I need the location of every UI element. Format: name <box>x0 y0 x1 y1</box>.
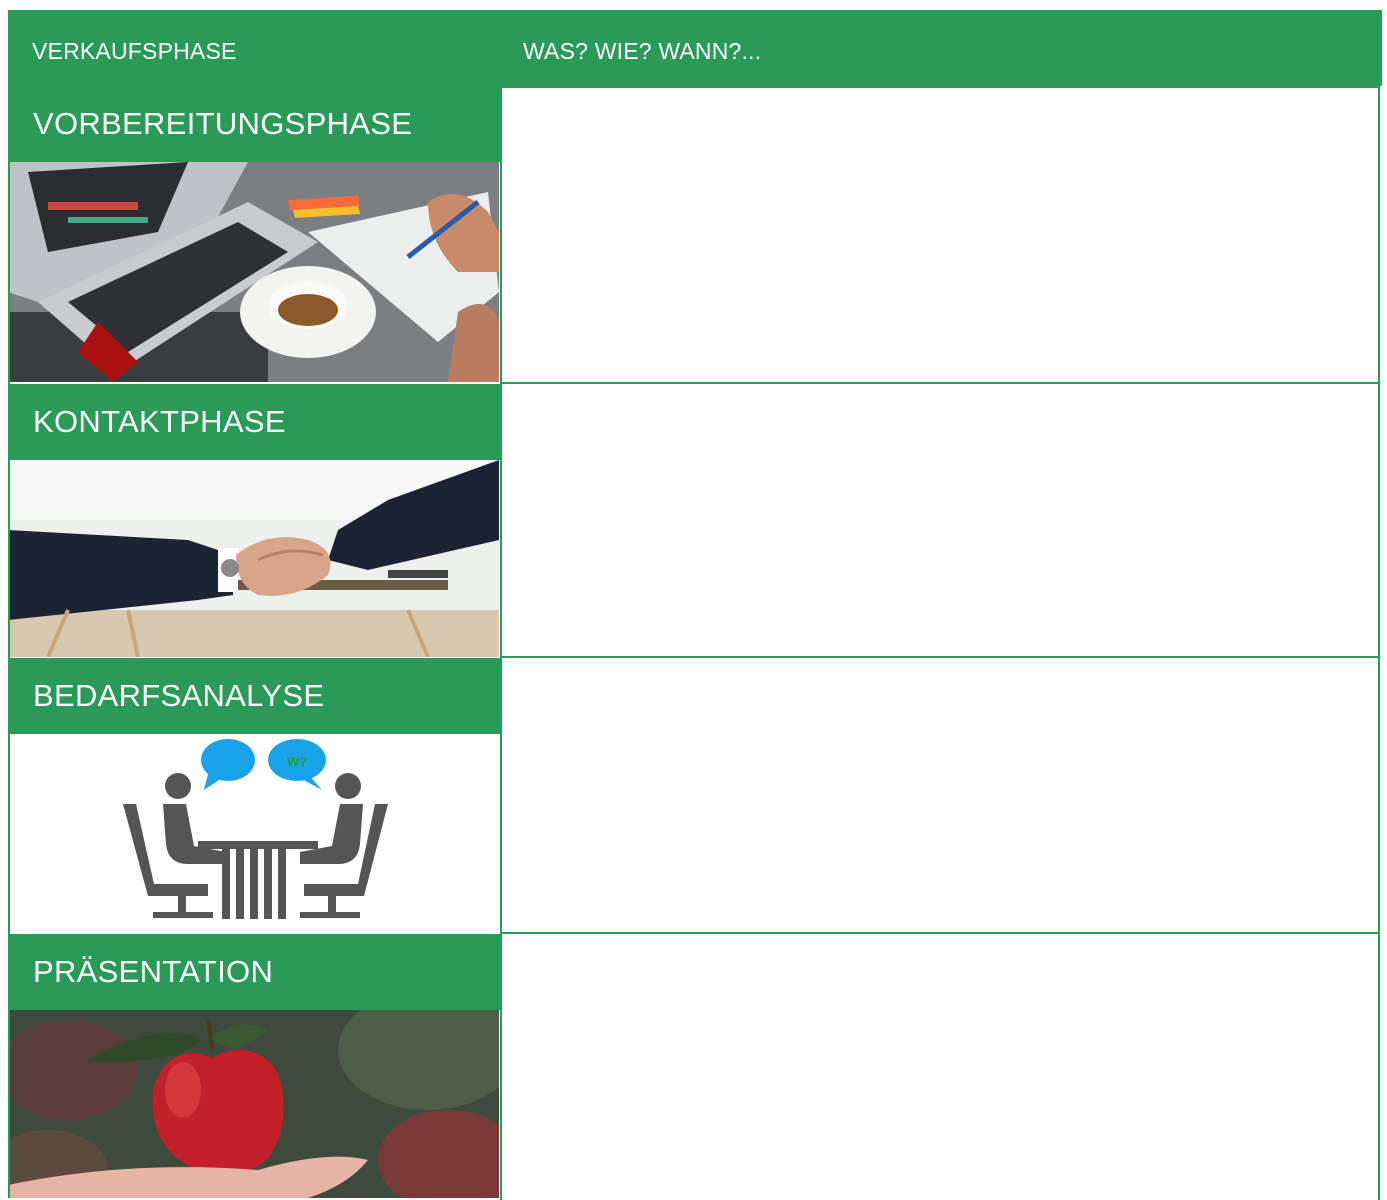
input-cell-needs-analysis[interactable] <box>500 656 1380 935</box>
table-header: VERKAUFSPHASE WAS? WIE? WANN?... <box>8 10 1382 86</box>
header-col-what-how-when: WAS? WIE? WANN?... <box>523 38 762 64</box>
phase-title-needs-analysis: BEDARFSANALYSE <box>8 658 500 734</box>
phase-label: BEDARFSANALYSE <box>33 678 325 713</box>
table-left-border <box>8 86 10 1198</box>
laptop-coffee-notes-photo <box>8 162 499 382</box>
conversation-icon: W? <box>8 734 499 933</box>
sales-phase-table: VERKAUFSPHASE WAS? WIE? WANN?... VORBERE… <box>8 10 1382 1200</box>
input-cell-presentation[interactable] <box>500 932 1380 1200</box>
phase-label: KONTAKTPHASE <box>33 404 286 439</box>
bubble-text: W? <box>287 754 307 769</box>
handshake-photo <box>8 460 499 657</box>
phase-label: PRÄSENTATION <box>33 954 274 989</box>
apple-on-hand-photo <box>8 1010 499 1198</box>
input-cell-preparation[interactable] <box>500 86 1380 384</box>
header-col-phase: VERKAUFSPHASE <box>32 38 237 64</box>
phase-label: VORBEREITUNGSPHASE <box>33 106 413 141</box>
input-cell-contact[interactable] <box>500 382 1380 658</box>
phase-title-contact: KONTAKTPHASE <box>8 384 500 460</box>
phase-title-presentation: PRÄSENTATION <box>8 934 500 1010</box>
phase-title-preparation: VORBEREITUNGSPHASE <box>8 86 500 162</box>
